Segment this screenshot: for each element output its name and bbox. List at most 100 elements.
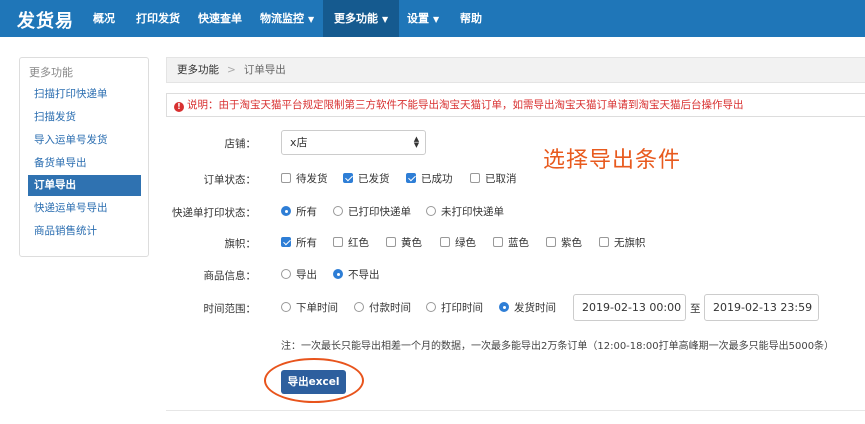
print-status-all[interactable]: 所有	[281, 205, 317, 219]
option-label: 不导出	[348, 269, 380, 281]
nav-help[interactable]: 帮助	[460, 0, 482, 37]
option-label: 导出	[296, 269, 317, 281]
flag-all[interactable]: 所有	[281, 236, 317, 250]
option-label: 未打印快递单	[441, 206, 504, 218]
sidebar-item-tracking-export[interactable]: 快递运单号导出	[28, 198, 141, 219]
annotation-hint: 选择导出条件	[543, 148, 682, 173]
radio-icon[interactable]	[426, 206, 436, 216]
radio-icon[interactable]	[333, 206, 343, 216]
nav-print-ship[interactable]: 打印发货	[136, 0, 180, 37]
start-date-input[interactable]: 2019-02-13 00:00	[573, 294, 686, 321]
time-range-payment[interactable]: 付款时间	[354, 301, 411, 315]
option-label: 黄色	[401, 237, 422, 249]
flag-none[interactable]: 无旗帜	[599, 236, 646, 250]
option-label: 付款时间	[369, 302, 411, 314]
radio-icon[interactable]	[426, 302, 436, 312]
product-info-export[interactable]: 导出	[281, 268, 317, 282]
sidebar-item-scan-print[interactable]: 扫描打印快递单	[28, 84, 141, 105]
nav-label: 快速查单	[198, 12, 242, 25]
time-range-print[interactable]: 打印时间	[426, 301, 483, 315]
option-label: 发货时间	[514, 302, 556, 314]
flag-label: 旗帜：	[224, 238, 257, 250]
shop-select[interactable]: x店 ▲▼	[281, 130, 426, 155]
notice-banner: ! 说明：由于淘宝天猫平台规定限制第三方软件不能导出淘宝天猫订单，如需导出淘宝天猫…	[166, 93, 865, 117]
checkbox-icon[interactable]	[333, 237, 343, 247]
select-arrows-icon: ▲▼	[413, 135, 420, 149]
export-limit-note: 注：一次最长只能导出相差一个月的数据，一次最多能导出2万条订单（12:00-18…	[281, 341, 835, 352]
nav-label: 概况	[93, 12, 115, 25]
flag-purple[interactable]: 紫色	[546, 236, 582, 250]
nav-label: 打印发货	[136, 12, 180, 25]
flag-yellow[interactable]: 黄色	[386, 236, 422, 250]
breadcrumb-current: 订单导出	[243, 64, 286, 76]
order-status-succeeded[interactable]: 已成功	[406, 172, 453, 186]
checkbox-checked-icon[interactable]	[406, 173, 416, 183]
shop-select-value: x店	[290, 136, 308, 149]
nav-label: 更多功能	[334, 12, 378, 25]
option-label: 绿色	[455, 237, 476, 249]
nav-more-features[interactable]: 更多功能 ▼	[323, 0, 400, 37]
time-range-ship[interactable]: 发货时间	[499, 301, 556, 315]
print-status-label: 快递单打印状态：	[172, 207, 256, 219]
order-status-cancelled[interactable]: 已取消	[470, 172, 517, 186]
print-status-unprinted[interactable]: 未打印快递单	[426, 205, 504, 219]
notice-text: 说明：由于淘宝天猫平台规定限制第三方软件不能导出淘宝天猫订单，如需导出淘宝天猫订…	[187, 99, 744, 111]
option-label: 紫色	[561, 237, 582, 249]
option-label: 待发货	[296, 173, 328, 185]
order-status-label: 订单状态：	[203, 174, 257, 186]
option-label: 所有	[296, 237, 317, 249]
breadcrumb-separator: >	[227, 64, 236, 76]
sidebar-title: 更多功能	[29, 66, 73, 79]
checkbox-icon[interactable]	[493, 237, 503, 247]
nav-label: 物流监控	[260, 12, 304, 25]
print-status-printed[interactable]: 已打印快递单	[333, 205, 411, 219]
flag-green[interactable]: 绿色	[440, 236, 476, 250]
nav-settings[interactable]: 设置 ▼	[407, 0, 439, 37]
nav-quick-lookup[interactable]: 快速查单	[198, 0, 242, 37]
export-excel-button[interactable]: 导出excel	[281, 370, 346, 394]
radio-icon[interactable]	[281, 302, 291, 312]
radio-icon[interactable]	[354, 302, 364, 312]
nav-logistics-monitor[interactable]: 物流监控 ▼	[260, 0, 314, 37]
checkbox-icon[interactable]	[470, 173, 480, 183]
option-label: 所有	[296, 206, 317, 218]
option-label: 已取消	[485, 173, 517, 185]
checkbox-checked-icon[interactable]	[281, 237, 291, 247]
date-range-to: 至	[690, 303, 701, 315]
sidebar-item-scan-ship[interactable]: 扫描发货	[28, 107, 141, 128]
sidebar-item-stock-export[interactable]: 备货单导出	[28, 153, 141, 174]
radio-checked-icon[interactable]	[281, 206, 291, 216]
checkbox-checked-icon[interactable]	[343, 173, 353, 183]
sidebar-item-sales-stats[interactable]: 商品销售统计	[28, 221, 141, 242]
caret-down-icon: ▼	[382, 15, 389, 24]
time-range-order[interactable]: 下单时间	[281, 301, 338, 315]
product-info-no-export[interactable]: 不导出	[333, 268, 380, 282]
order-status-shipped[interactable]: 已发货	[343, 172, 390, 186]
checkbox-icon[interactable]	[440, 237, 450, 247]
sidebar-item-import-tracking[interactable]: 导入运单号发货	[28, 130, 141, 151]
time-range-label: 时间范围：	[203, 303, 257, 315]
checkbox-icon[interactable]	[546, 237, 556, 247]
flag-blue[interactable]: 蓝色	[493, 236, 529, 250]
sidebar: 更多功能 扫描打印快递单 扫描发货 导入运单号发货 备货单导出 订单导出 快递运…	[19, 57, 149, 257]
option-label: 打印时间	[441, 302, 483, 314]
breadcrumb-parent[interactable]: 更多功能	[177, 64, 219, 76]
caret-down-icon: ▼	[308, 15, 315, 24]
radio-checked-icon[interactable]	[499, 302, 509, 312]
checkbox-icon[interactable]	[281, 173, 291, 183]
checkbox-icon[interactable]	[599, 237, 609, 247]
top-navbar: 发货易 概况 打印发货 快速查单 物流监控 ▼ 更多功能 ▼ 设置 ▼ 帮助	[0, 0, 865, 37]
nav-label: 设置	[407, 12, 429, 25]
order-status-pending[interactable]: 待发货	[281, 172, 328, 186]
checkbox-icon[interactable]	[386, 237, 396, 247]
nav-overview[interactable]: 概况	[93, 0, 115, 37]
radio-icon[interactable]	[281, 269, 291, 279]
end-date-input[interactable]: 2019-02-13 23:59	[704, 294, 819, 321]
option-label: 下单时间	[296, 302, 338, 314]
sidebar-item-order-export[interactable]: 订单导出	[28, 175, 141, 196]
radio-checked-icon[interactable]	[333, 269, 343, 279]
caret-down-icon: ▼	[433, 15, 440, 24]
brand-logo[interactable]: 发货易	[17, 7, 74, 33]
option-label: 无旗帜	[614, 237, 646, 249]
flag-red[interactable]: 红色	[333, 236, 369, 250]
